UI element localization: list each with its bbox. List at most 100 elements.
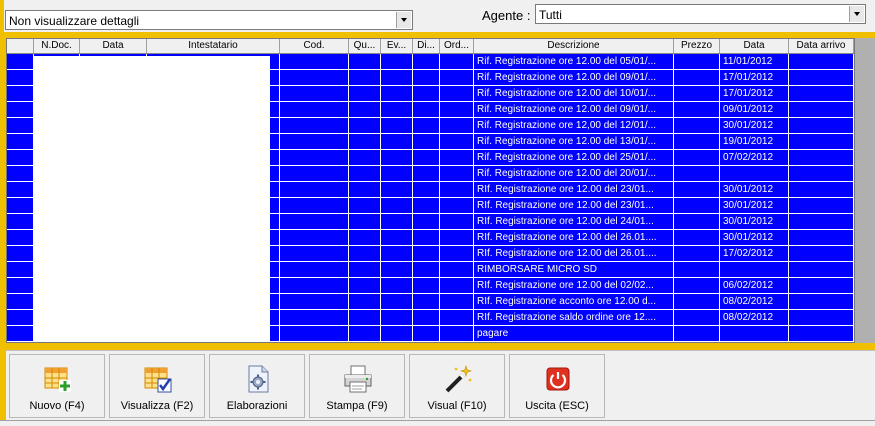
description-cell: Rif. Registrazione ore 12.00 del 20/01/.… xyxy=(474,166,674,182)
table-cell xyxy=(381,294,413,310)
description-cell: RIf. Registrazione acconto ore 12.00 d..… xyxy=(474,294,674,310)
document-gear-icon xyxy=(248,365,269,393)
view-button-label: Visualizza (F2) xyxy=(120,400,194,412)
table-cell xyxy=(674,166,720,182)
table-cell xyxy=(789,294,854,310)
date-cell: 17/01/2012 xyxy=(720,86,789,102)
table-cell xyxy=(440,214,474,230)
column-header[interactable]: Di... xyxy=(413,39,440,53)
table-cell xyxy=(381,166,413,182)
column-header[interactable]: Data xyxy=(80,39,147,53)
column-header[interactable]: Ev... xyxy=(381,39,413,53)
chevron-down-icon[interactable] xyxy=(849,6,864,22)
table-cell xyxy=(413,86,440,102)
row-selector[interactable] xyxy=(7,134,34,150)
table-cell xyxy=(440,278,474,294)
description-cell: RIf. Registrazione ore 12.00 del 26.01..… xyxy=(474,246,674,262)
row-selector[interactable] xyxy=(7,182,34,198)
table-cell xyxy=(789,134,854,150)
table-cell xyxy=(789,326,854,342)
table-cell xyxy=(789,70,854,86)
date-cell: 11/01/2012 xyxy=(720,54,789,70)
row-selector[interactable] xyxy=(7,166,34,182)
column-header[interactable]: Descrizione xyxy=(474,39,674,53)
printer-icon xyxy=(344,365,372,393)
table-cell xyxy=(440,182,474,198)
date-cell: 19/01/2012 xyxy=(720,134,789,150)
row-selector[interactable] xyxy=(7,54,34,70)
date-cell: 30/01/2012 xyxy=(720,118,789,134)
column-header[interactable]: Ord... xyxy=(440,39,474,53)
table-cell xyxy=(674,150,720,166)
column-header[interactable]: Qu... xyxy=(349,39,381,53)
row-selector[interactable] xyxy=(7,278,34,294)
table-cell xyxy=(381,262,413,278)
table-cell xyxy=(440,102,474,118)
detail-select-value: Non visualizzare dettagli xyxy=(9,14,140,28)
table-cell xyxy=(674,182,720,198)
new-button[interactable]: Nuovo (F4) xyxy=(9,354,105,418)
row-selector[interactable] xyxy=(7,70,34,86)
grid-scroll-area[interactable] xyxy=(855,38,875,343)
table-cell xyxy=(440,310,474,326)
row-selector[interactable] xyxy=(7,198,34,214)
date-cell xyxy=(720,326,789,342)
status-strip xyxy=(0,420,875,426)
table-cell xyxy=(280,198,349,214)
row-selector[interactable] xyxy=(7,246,34,262)
table-cell xyxy=(789,214,854,230)
row-selector[interactable] xyxy=(7,262,34,278)
table-cell xyxy=(413,70,440,86)
hidden-customer-area xyxy=(34,56,270,341)
table-cell xyxy=(349,294,381,310)
table-cell xyxy=(280,86,349,102)
table-cell xyxy=(349,70,381,86)
row-selector[interactable] xyxy=(7,118,34,134)
row-selector[interactable] xyxy=(7,214,34,230)
column-header[interactable]: Intestatario xyxy=(147,39,280,53)
column-header[interactable] xyxy=(7,39,34,53)
column-header[interactable]: Cod. xyxy=(280,39,349,53)
row-selector[interactable] xyxy=(7,150,34,166)
table-cell xyxy=(674,214,720,230)
row-selector[interactable] xyxy=(7,294,34,310)
table-cell xyxy=(413,198,440,214)
table-cell xyxy=(381,310,413,326)
date-cell: 30/01/2012 xyxy=(720,198,789,214)
row-selector[interactable] xyxy=(7,310,34,326)
row-selector[interactable] xyxy=(7,86,34,102)
table-cell xyxy=(413,230,440,246)
table-cell xyxy=(413,262,440,278)
power-icon xyxy=(546,367,570,391)
visual-button[interactable]: Visual (F10) xyxy=(409,354,505,418)
row-selector[interactable] xyxy=(7,230,34,246)
column-header[interactable]: Data arrivo xyxy=(789,39,854,53)
action-toolbar: Nuovo (F4) Visualizza (F2) Elaborazioni … xyxy=(6,350,875,421)
detail-select[interactable]: Non visualizzare dettagli xyxy=(5,10,413,30)
column-header[interactable]: N.Doc. xyxy=(34,39,80,53)
table-cell xyxy=(349,246,381,262)
agent-select[interactable]: Tutti xyxy=(535,4,866,24)
table-cell xyxy=(413,54,440,70)
date-cell: 17/02/2012 xyxy=(720,246,789,262)
table-cell xyxy=(674,86,720,102)
description-cell: RIf. Registrazione ore 12.00 del 24/01..… xyxy=(474,214,674,230)
print-button[interactable]: Stampa (F9) xyxy=(309,354,405,418)
description-cell: RIMBORSARE MICRO SD xyxy=(474,262,674,278)
exit-button[interactable]: Uscita (ESC) xyxy=(509,354,605,418)
table-cell xyxy=(413,102,440,118)
chevron-down-icon[interactable] xyxy=(396,12,411,28)
row-selector[interactable] xyxy=(7,326,34,342)
table-cell xyxy=(413,182,440,198)
table-cell xyxy=(349,310,381,326)
column-header[interactable]: Prezzo xyxy=(674,39,720,53)
table-cell xyxy=(381,54,413,70)
table-cell xyxy=(440,246,474,262)
table-cell xyxy=(789,118,854,134)
table-cell xyxy=(280,214,349,230)
orders-grid[interactable]: N.Doc. Data Intestatario Cod. Qu... Ev... Di..… xyxy=(6,38,855,343)
view-button[interactable]: Visualizza (F2) xyxy=(109,354,205,418)
column-header[interactable]: Data xyxy=(720,39,789,53)
processing-button[interactable]: Elaborazioni xyxy=(209,354,305,418)
row-selector[interactable] xyxy=(7,102,34,118)
